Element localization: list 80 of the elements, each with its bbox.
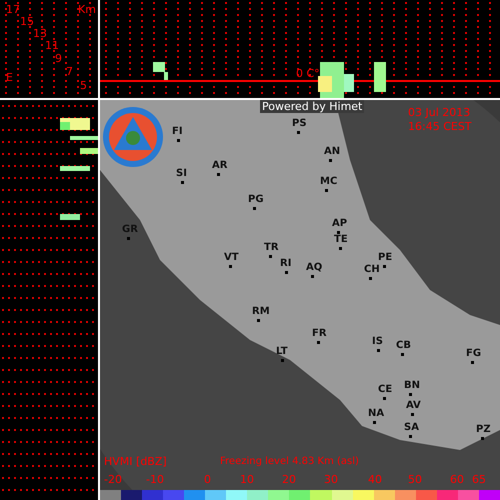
city-marker-icon bbox=[409, 435, 412, 438]
city-marker-icon bbox=[369, 277, 372, 280]
city-label: MC bbox=[320, 176, 338, 187]
city-marker-icon bbox=[285, 271, 288, 274]
city-label: PG bbox=[248, 194, 264, 205]
city-marker-icon bbox=[229, 265, 232, 268]
city-marker-icon bbox=[383, 397, 386, 400]
city-marker-icon bbox=[401, 353, 404, 356]
city-label: PZ bbox=[476, 424, 491, 435]
scale-tick-label: 0 bbox=[204, 474, 211, 486]
credit-text: Powered by Himet bbox=[260, 100, 364, 113]
city-marker-icon bbox=[409, 393, 412, 396]
city-marker-icon bbox=[325, 189, 328, 192]
city-marker-icon bbox=[471, 361, 474, 364]
scale-tick-label: 30 bbox=[324, 474, 338, 486]
city-marker-icon bbox=[217, 173, 220, 176]
city-marker-icon bbox=[317, 341, 320, 344]
scale-tick-label: -20 bbox=[104, 474, 122, 486]
date-text: 03 Jul 2013 bbox=[408, 106, 470, 119]
city-label: RI bbox=[280, 258, 292, 269]
height-label: 15 bbox=[20, 16, 34, 28]
city-label: AP bbox=[332, 218, 348, 229]
scale-tick-label: 40 bbox=[368, 474, 382, 486]
city-marker-icon bbox=[269, 255, 272, 258]
time-text: 16:45 CEST bbox=[408, 120, 472, 133]
city-label: CE bbox=[378, 384, 392, 395]
city-label: LT bbox=[276, 346, 288, 357]
city-marker-icon bbox=[257, 319, 260, 322]
city-marker-icon bbox=[127, 237, 130, 240]
city-label: PS bbox=[292, 118, 307, 129]
city-marker-icon bbox=[377, 349, 380, 352]
height-label: 11 bbox=[45, 40, 59, 52]
city-label: TR bbox=[264, 242, 279, 253]
legend-title: HVMI [dBZ] bbox=[104, 456, 167, 468]
city-label: AN bbox=[324, 146, 340, 157]
city-marker-icon bbox=[297, 131, 300, 134]
unit-label: Km bbox=[78, 4, 96, 16]
scale-tick-label: 65 bbox=[472, 474, 486, 486]
city-label: AR bbox=[212, 160, 228, 171]
city-marker-icon bbox=[281, 359, 284, 362]
height-label: 13 bbox=[33, 28, 47, 40]
scale-tick-label: 20 bbox=[282, 474, 296, 486]
city-label: CB bbox=[396, 340, 411, 351]
city-marker-icon bbox=[383, 265, 386, 268]
city-marker-icon bbox=[411, 413, 414, 416]
city-label: TE bbox=[334, 234, 348, 245]
axis-label: E bbox=[6, 72, 13, 84]
city-marker-icon bbox=[181, 181, 184, 184]
logo-icon bbox=[102, 106, 164, 168]
city-label: NA bbox=[368, 408, 384, 419]
height-label: 17 bbox=[6, 4, 20, 16]
city-marker-icon bbox=[337, 231, 340, 234]
scale-tick-label: -10 bbox=[146, 474, 164, 486]
city-marker-icon bbox=[177, 139, 180, 142]
height-label: 9 bbox=[55, 53, 62, 65]
city-label: AV bbox=[406, 400, 421, 411]
city-label: FI bbox=[172, 126, 183, 137]
height-label: 5 bbox=[80, 80, 87, 92]
city-label: BN bbox=[404, 380, 420, 391]
city-label: VT bbox=[224, 252, 239, 263]
city-label: SI bbox=[176, 168, 187, 179]
city-marker-icon bbox=[373, 421, 376, 424]
city-label: FG bbox=[466, 348, 482, 359]
city-label: IS bbox=[372, 336, 383, 347]
city-label: RM bbox=[252, 306, 270, 317]
scale-tick-label: 50 bbox=[408, 474, 422, 486]
city-label: FR bbox=[312, 328, 327, 339]
city-label: AQ bbox=[306, 262, 322, 273]
city-label: PE bbox=[378, 252, 392, 263]
city-marker-icon bbox=[481, 437, 484, 440]
scale-tick-label: 60 bbox=[450, 474, 464, 486]
city-marker-icon bbox=[339, 247, 342, 250]
height-label: 7 bbox=[66, 66, 73, 78]
city-marker-icon bbox=[329, 159, 332, 162]
city-marker-icon bbox=[311, 275, 314, 278]
city-label: SA bbox=[404, 422, 419, 433]
scale-tick-label: 10 bbox=[240, 474, 254, 486]
city-marker-icon bbox=[253, 207, 256, 210]
city-label: CH bbox=[364, 264, 380, 275]
freezing-level-text: Freezing level 4.83 Km (asl) bbox=[220, 456, 359, 468]
